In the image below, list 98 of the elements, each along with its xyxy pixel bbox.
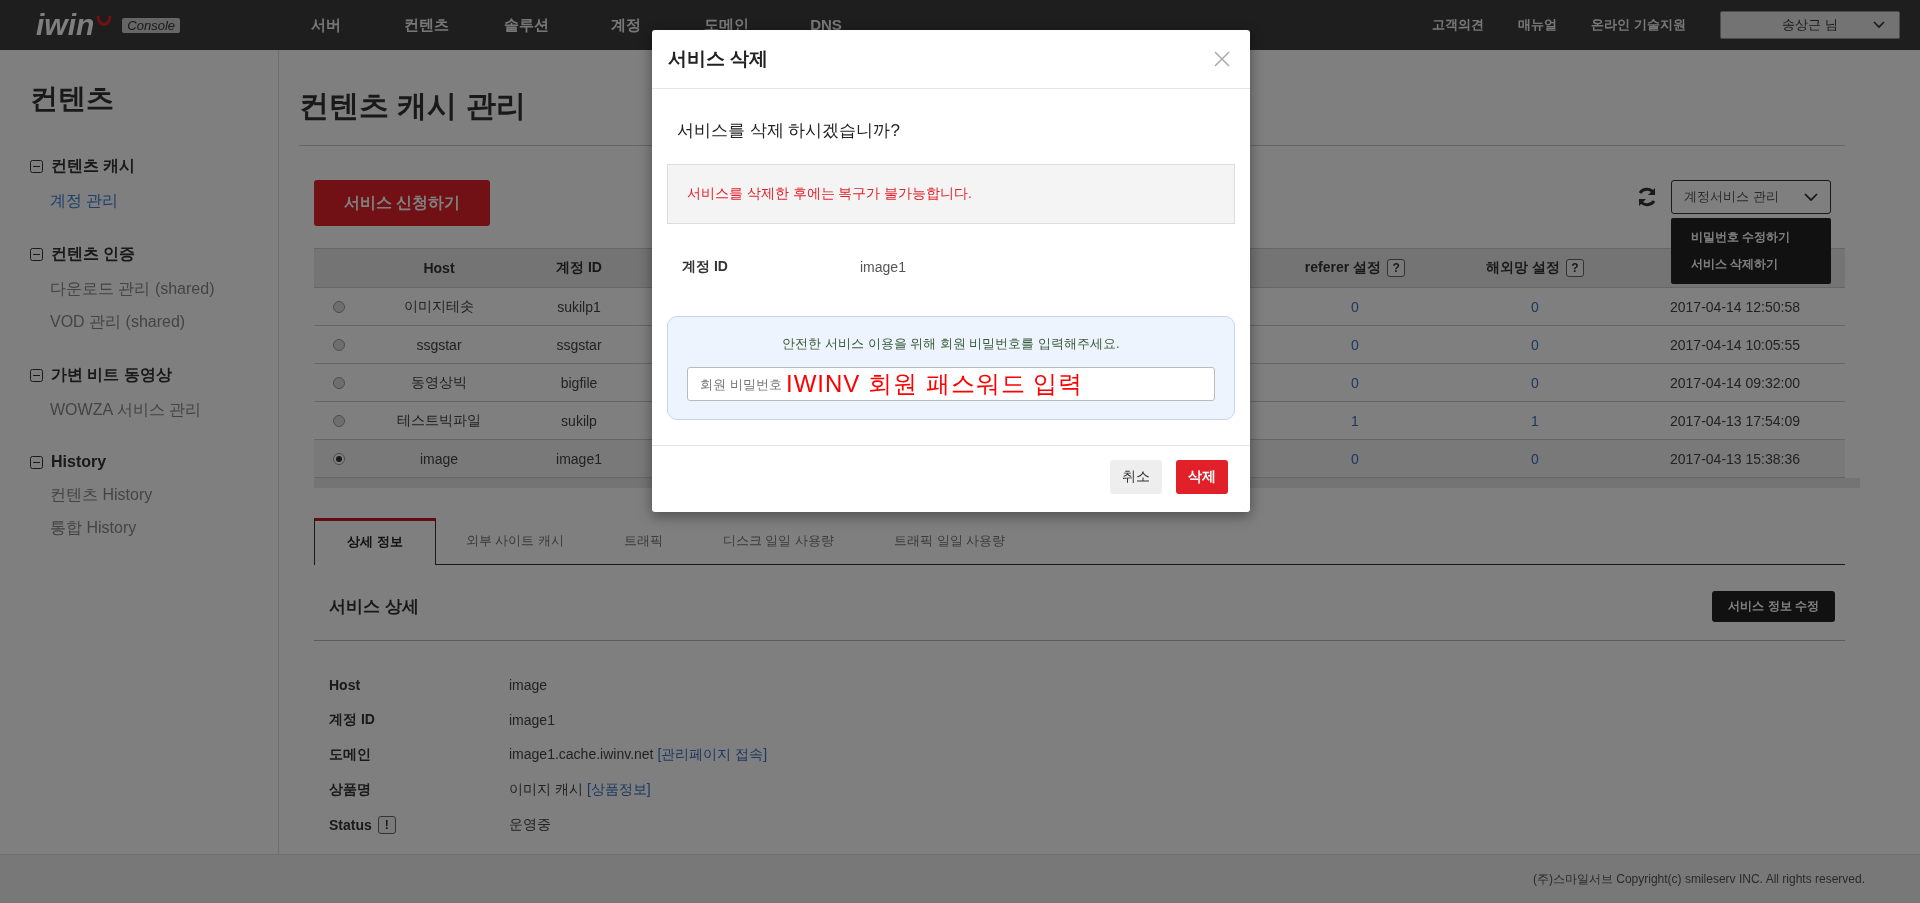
status-badge[interactable]: !: [377, 815, 396, 834]
sidebar-item[interactable]: VOD 관리 (shared): [30, 306, 278, 339]
chevron-down-icon: [1804, 192, 1818, 202]
detail-label: Host: [329, 676, 361, 693]
console-badge: Console: [122, 17, 181, 33]
radio-button[interactable]: [333, 414, 345, 427]
count-link[interactable]: 0: [1265, 336, 1445, 353]
sidebar-item[interactable]: 계정 관리: [30, 185, 278, 218]
nav-link[interactable]: 계정: [576, 15, 676, 35]
menu-item[interactable]: 서비스 삭제하기: [1671, 251, 1831, 278]
count-link[interactable]: 0: [1445, 450, 1625, 467]
field-label: 계정 ID: [682, 258, 729, 276]
user-menu-button[interactable]: 송상근 님: [1720, 11, 1900, 39]
detail-value: 이미지 캐시: [509, 780, 583, 799]
dialog-question: 서비스를 삭제 하시겠습니까?: [677, 120, 901, 142]
sidebar-group-label[interactable]: 컨텐츠 인증: [51, 244, 136, 265]
detail-label: 계정 ID: [329, 710, 375, 729]
tab[interactable]: 트래픽: [593, 518, 693, 564]
column-header: 계정 ID: [555, 259, 603, 277]
count-link[interactable]: 0: [1265, 450, 1445, 467]
chevron-down-icon: [1873, 21, 1885, 29]
nav-link[interactable]: 컨텐츠: [376, 15, 476, 35]
table-cell-text: 테스트빅파일: [396, 411, 482, 430]
collapse-icon[interactable]: [30, 160, 43, 173]
collapse-icon[interactable]: [30, 248, 43, 261]
warning-text: 서비스를 삭제한 후에는 복구가 불가능합니다.: [687, 185, 972, 203]
table-cell-text: 2017-04-13 15:38:36: [1669, 450, 1801, 467]
column-header: 해외망 설정: [1486, 259, 1560, 277]
sidebar-item[interactable]: 다운로드 관리 (shared): [30, 273, 278, 306]
password-field[interactable]: 회원 비밀번호: [688, 369, 782, 399]
help-badge[interactable]: ?: [1565, 259, 1584, 277]
radio-button[interactable]: [333, 300, 345, 313]
apply-service-button[interactable]: 서비스 신청하기: [314, 180, 490, 226]
header-link[interactable]: 매뉴얼: [1518, 16, 1558, 34]
section-title: 서비스 상세: [329, 596, 419, 618]
count-link[interactable]: 0: [1445, 336, 1625, 353]
tab[interactable]: 외부 사이트 캐시: [435, 518, 594, 564]
count-link[interactable]: 1: [1265, 412, 1445, 429]
header-link[interactable]: 온라인 기술지원: [1591, 16, 1686, 34]
table-cell-text: 동영상빅: [410, 373, 468, 392]
copyright-text: (주)스마일서브 Copyright(c) smileserv INC. All rights reserved.: [1532, 870, 1865, 888]
nav-link[interactable]: 솔루션: [476, 15, 576, 35]
radio-button[interactable]: [333, 376, 345, 389]
annotation-text: IWINV 회원 패스워드 입력: [786, 369, 1084, 399]
table-cell-text: 2017-04-14 12:50:58: [1669, 298, 1801, 315]
collapse-icon[interactable]: [30, 455, 43, 469]
dialog-title: 서비스 삭제: [668, 47, 769, 71]
radio-button[interactable]: [333, 452, 345, 465]
tab[interactable]: 트래픽 일일 사용량: [864, 518, 1036, 564]
table-cell-text: ssgstar: [555, 336, 603, 353]
table-cell-text: bigfile: [559, 374, 599, 391]
password-prompt: 안전한 서비스 이용을 위해 회원 비밀번호를 입력해주세요.: [782, 335, 1120, 353]
detail-value: image: [509, 676, 548, 693]
sidebar-item[interactable]: WOWZA 서비스 관리: [30, 394, 278, 427]
header-link[interactable]: 고객의견: [1432, 16, 1485, 34]
delete-button[interactable]: 삭제: [1176, 460, 1228, 494]
tab[interactable]: 디스크 일일 사용량: [692, 518, 865, 564]
count-link[interactable]: 0: [1445, 374, 1625, 391]
collapse-icon[interactable]: [30, 369, 43, 382]
table-cell-text: sukilp: [560, 412, 598, 429]
sidebar-item[interactable]: 컨텐츠 History: [30, 479, 278, 512]
column-header: Host: [422, 260, 456, 276]
field-value: image1: [860, 259, 906, 275]
table-cell-text: ssgstar: [415, 336, 463, 353]
table-cell-text: 2017-04-14 09:32:00: [1669, 374, 1801, 391]
sidebar-item[interactable]: 통합 History: [30, 512, 278, 545]
detail-link[interactable]: [상품정보]: [586, 780, 651, 799]
detail-value: image1: [509, 711, 555, 728]
table-cell-text: sukilp1: [556, 298, 602, 315]
help-badge[interactable]: ?: [1387, 259, 1406, 277]
detail-link[interactable]: [관리페이지 접속]: [657, 745, 768, 764]
sidebar-group-label[interactable]: History: [51, 453, 107, 471]
detail-value: 운영중: [509, 815, 551, 834]
sidebar-group-label[interactable]: 가변 비트 동영상: [51, 365, 172, 386]
detail-label: 상품명: [329, 780, 371, 799]
count-link[interactable]: 0: [1265, 298, 1445, 315]
table-cell-text: image: [418, 450, 460, 467]
sidebar-title: 컨텐츠: [30, 82, 115, 116]
count-link[interactable]: 0: [1445, 298, 1625, 315]
nav-link[interactable]: 서버: [276, 15, 376, 35]
detail-value: image1.cache.iwinv.net: [509, 745, 654, 764]
detail-label: Status: [329, 816, 372, 833]
logo-text: iwin: [36, 8, 95, 42]
cancel-button[interactable]: 취소: [1110, 460, 1162, 494]
detail-label: 도메인: [329, 745, 371, 764]
count-link[interactable]: 1: [1445, 412, 1625, 429]
edit-service-button[interactable]: 서비스 정보 수정: [1712, 591, 1835, 622]
tab[interactable]: 상세 정보: [314, 518, 436, 565]
column-header: referer 설정: [1304, 259, 1382, 277]
table-cell-text: 2017-04-14 10:05:55: [1669, 336, 1801, 353]
radio-button[interactable]: [333, 338, 345, 351]
table-cell-text: 2017-04-13 17:54:09: [1669, 412, 1801, 429]
service-select[interactable]: 계정서비스 관리: [1671, 180, 1831, 214]
sidebar-group-label[interactable]: 컨텐츠 캐시: [51, 156, 136, 177]
menu-item[interactable]: 비밀번호 수정하기: [1671, 224, 1831, 251]
count-link[interactable]: 0: [1265, 374, 1445, 391]
table-cell-text: 이미지테솟: [403, 297, 475, 316]
table-cell-text: image1: [555, 450, 603, 467]
